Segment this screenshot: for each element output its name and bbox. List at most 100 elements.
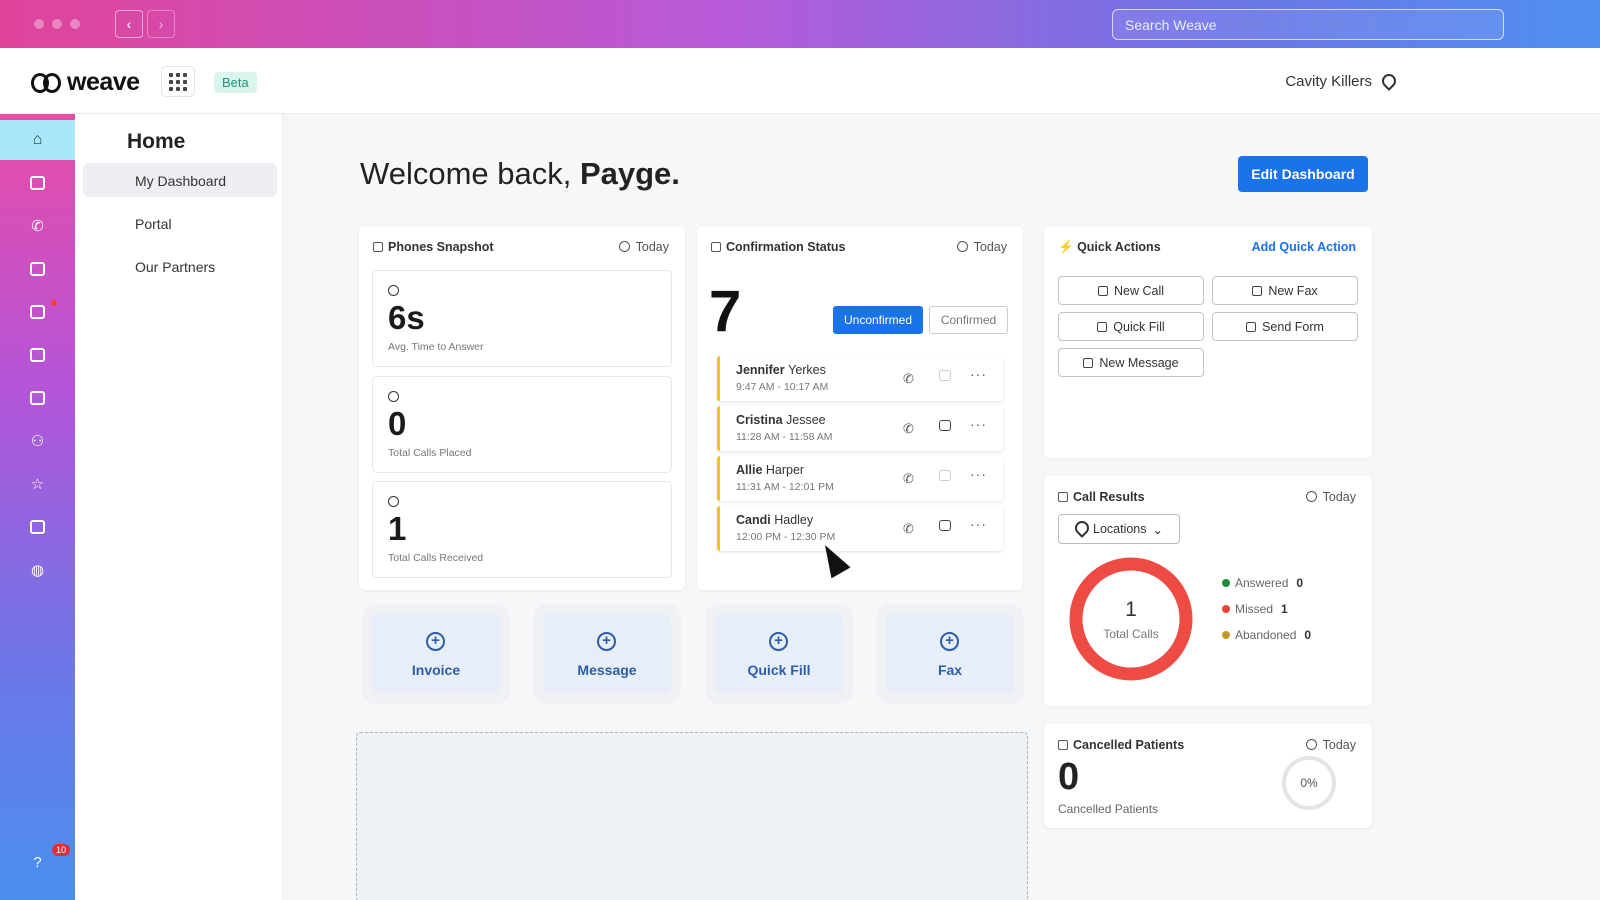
weave-logo[interactable]: weave bbox=[31, 68, 140, 97]
cancelled-title: Cancelled Patients bbox=[1058, 738, 1184, 752]
call-results-donut: 1 Total Calls bbox=[1069, 557, 1193, 681]
phones-period[interactable]: Today bbox=[619, 240, 669, 254]
fax-icon[interactable] bbox=[0, 378, 75, 418]
help-notification-badge: 10 bbox=[52, 844, 71, 856]
phones-snapshot-card: Phones Snapshot Today 6s Avg. Time to An… bbox=[359, 226, 685, 590]
more-icon[interactable]: ··· bbox=[970, 416, 987, 432]
total-calls-label: Total Calls bbox=[1103, 627, 1158, 641]
locations-dropdown[interactable]: Locations ⌄ bbox=[1058, 514, 1180, 544]
edit-dashboard-button[interactable]: Edit Dashboard bbox=[1238, 156, 1368, 192]
call-results-title: Call Results bbox=[1058, 490, 1145, 504]
appointment-row[interactable]: Allie Harper 11:31 AM - 12:01 PM ✆ ··· bbox=[717, 456, 1003, 501]
location-pin-icon bbox=[1382, 74, 1394, 90]
new-message-button[interactable]: New Message bbox=[1058, 348, 1204, 377]
window-controls[interactable] bbox=[34, 19, 80, 29]
appointment-row[interactable]: Cristina Jessee 11:28 AM - 11:58 AM ✆ ··… bbox=[717, 406, 1003, 451]
add-quick-action-link[interactable]: Add Quick Action bbox=[1252, 240, 1356, 254]
cancelled-count: 0 bbox=[1058, 756, 1080, 798]
contacts-icon[interactable]: ⚇ bbox=[0, 421, 75, 461]
side-menu: Home My Dashboard Portal Our Partners bbox=[75, 114, 283, 900]
message-tile[interactable]: + Message bbox=[543, 614, 671, 694]
message-icon[interactable] bbox=[939, 520, 951, 531]
quick-fill-icon bbox=[1097, 321, 1108, 332]
appointment-row[interactable]: Candi Hadley 12:00 PM - 12:30 PM ✆ ··· bbox=[717, 506, 1003, 551]
send-form-button[interactable]: Send Form bbox=[1212, 312, 1358, 341]
side-menu-title: Home bbox=[127, 130, 186, 153]
legend-abandoned: Abandoned 0 bbox=[1222, 628, 1311, 642]
call-icon[interactable]: ✆ bbox=[903, 521, 914, 537]
app-grid-icon[interactable] bbox=[161, 66, 195, 97]
widget-drop-zone[interactable] bbox=[356, 732, 1028, 900]
patient-name: Allie Harper bbox=[736, 463, 805, 477]
more-icon[interactable]: ··· bbox=[970, 466, 987, 482]
stat-value: 1 bbox=[388, 510, 407, 547]
calendar-icon[interactable] bbox=[0, 249, 75, 289]
new-call-button[interactable]: New Call bbox=[1058, 276, 1204, 305]
nav-rail: ⌂ ✆ ⚇ ☆ ◍ ? 10 bbox=[0, 114, 75, 900]
menu-item-our-partners[interactable]: Our Partners bbox=[83, 249, 277, 283]
forms-icon[interactable] bbox=[0, 292, 75, 332]
appointment-row[interactable]: Jennifer Yerkes 9:47 AM - 10:17 AM ✆ ··· bbox=[717, 356, 1003, 401]
user-name: Payge. bbox=[579, 156, 680, 191]
total-calls-value: 1 bbox=[1125, 598, 1137, 621]
back-button[interactable]: ‹ bbox=[115, 10, 143, 38]
tab-unconfirmed[interactable]: Unconfirmed bbox=[833, 306, 923, 334]
tab-confirmed[interactable]: Confirmed bbox=[929, 306, 1008, 334]
patients-icon bbox=[1058, 740, 1068, 750]
appointment-time: 11:31 AM - 12:01 PM bbox=[736, 481, 834, 493]
location-pin-icon bbox=[1075, 521, 1087, 537]
phone-icon[interactable]: ✆ bbox=[0, 206, 75, 246]
new-fax-button[interactable]: New Fax bbox=[1212, 276, 1358, 305]
weave-logo-icon bbox=[31, 72, 63, 94]
call-results-card: Call Results Today Locations ⌄ 1 Total Ca… bbox=[1044, 476, 1372, 706]
app-header: weave Beta Cavity Killers bbox=[0, 48, 1600, 114]
legend-missed: Missed 1 bbox=[1222, 602, 1288, 616]
document-icon[interactable] bbox=[0, 335, 75, 375]
fax-tile[interactable]: + Fax bbox=[886, 614, 1014, 694]
cancelled-percent-ring: 0% bbox=[1282, 756, 1336, 810]
incoming-call-icon bbox=[388, 496, 399, 507]
inbox-icon[interactable] bbox=[0, 163, 75, 203]
call-icon[interactable]: ✆ bbox=[903, 471, 914, 487]
legend-answered: Answered 0 bbox=[1222, 576, 1303, 590]
star-icon[interactable]: ☆ bbox=[0, 464, 75, 504]
welcome-heading: Welcome back, Payge. bbox=[360, 156, 680, 191]
call-icon[interactable]: ✆ bbox=[903, 371, 914, 387]
call-icon[interactable]: ✆ bbox=[903, 421, 914, 437]
phone-icon bbox=[373, 242, 383, 252]
stat-value: 6s bbox=[388, 299, 425, 336]
calendar-icon bbox=[711, 242, 721, 252]
stat-calls-placed: 0 Total Calls Placed bbox=[372, 376, 672, 473]
quick-fill-button[interactable]: Quick Fill bbox=[1058, 312, 1204, 341]
more-icon[interactable]: ··· bbox=[970, 366, 987, 382]
confirmation-title: Confirmation Status bbox=[711, 240, 845, 254]
quick-actions-title: ⚡ Quick Actions bbox=[1058, 240, 1161, 254]
invoice-tile[interactable]: + Invoice bbox=[372, 614, 500, 694]
message-icon[interactable] bbox=[939, 420, 951, 431]
window-titlebar: ‹ › Search Weave bbox=[0, 0, 1600, 48]
quick-fill-tile[interactable]: + Quick Fill bbox=[715, 614, 843, 694]
plus-icon: + bbox=[426, 632, 445, 651]
message-icon[interactable] bbox=[939, 470, 951, 481]
outgoing-call-icon bbox=[388, 391, 399, 402]
analytics-icon[interactable] bbox=[0, 507, 75, 547]
quick-actions-card: ⚡ Quick Actions Add Quick Action New Cal… bbox=[1044, 226, 1372, 458]
phone-icon bbox=[1097, 285, 1108, 296]
confirmation-period[interactable]: Today bbox=[957, 240, 1007, 254]
forward-button[interactable]: › bbox=[147, 10, 175, 38]
cancelled-period[interactable]: Today bbox=[1306, 738, 1356, 752]
payments-icon[interactable]: ◍ bbox=[0, 550, 75, 590]
fax-icon bbox=[1252, 285, 1263, 296]
message-icon bbox=[1083, 357, 1094, 368]
search-input[interactable]: Search Weave bbox=[1112, 9, 1504, 40]
location-selector[interactable]: Cavity Killers bbox=[1285, 73, 1394, 90]
appointment-time: 12:00 PM - 12:30 PM bbox=[736, 531, 836, 543]
menu-item-my-dashboard[interactable]: My Dashboard bbox=[83, 163, 277, 197]
call-results-period[interactable]: Today bbox=[1306, 490, 1356, 504]
menu-item-portal[interactable]: Portal bbox=[83, 206, 277, 240]
home-icon[interactable]: ⌂ bbox=[0, 120, 75, 160]
logo-text: weave bbox=[67, 68, 140, 96]
more-icon[interactable]: ··· bbox=[970, 516, 987, 532]
message-icon[interactable] bbox=[939, 370, 951, 381]
cancelled-patients-card: Cancelled Patients Today 0 Cancelled Pat… bbox=[1044, 724, 1372, 828]
